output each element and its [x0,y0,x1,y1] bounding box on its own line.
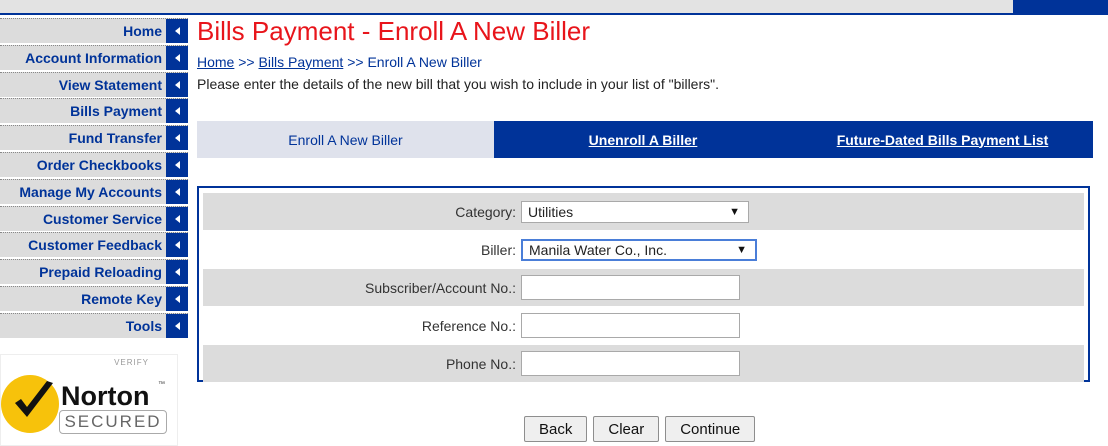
chevron-left-icon [166,233,188,258]
category-label: Category: [455,203,516,220]
top-bar-accent [1013,0,1108,13]
sidebar-item-label: Manage My Accounts [19,183,162,200]
sidebar-item-customer-service[interactable]: Customer Service [0,205,188,231]
tab-future-dated-bills-payment-list[interactable]: Future-Dated Bills Payment List [792,121,1093,158]
page-title: Bills Payment - Enroll A New Biller [197,16,591,46]
norton-verify-text: VERIFY [114,358,149,367]
form-row-reference: Reference No.: [203,307,1084,344]
breadcrumb: Home >> Bills Payment >> Enroll A New Bi… [197,54,482,70]
reference-label: Reference No.: [421,317,516,334]
norton-secured-label: SECURED [59,410,167,434]
category-value: Utilities [528,203,574,220]
form-row-subscriber: Subscriber/Account No.: [203,269,1084,306]
back-button[interactable]: Back [524,416,588,442]
biller-value: Manila Water Co., Inc. [529,241,667,258]
form-buttons: Back Clear Continue [524,416,756,442]
norton-logo-text: Norton [61,381,150,411]
tab-bar: Enroll A New Biller Unenroll A Biller Fu… [197,121,1093,158]
chevron-left-icon [166,179,188,204]
phone-number-input[interactable] [521,351,740,376]
biller-select[interactable]: Manila Water Co., Inc. ▼ [521,238,757,261]
sidebar-item-prepaid-reloading[interactable]: Prepaid Reloading [0,259,188,285]
phone-label: Phone No.: [445,355,516,372]
chevron-left-icon [166,152,188,177]
chevron-left-icon [166,126,188,151]
chevron-left-icon [166,99,188,124]
norton-trademark: ™ [158,381,165,388]
sidebar-item-order-checkbooks[interactable]: Order Checkbooks [0,151,188,177]
form-row-phone: Phone No.: [203,345,1084,382]
checkmark-icon [1,375,59,433]
sidebar-item-remote-key[interactable]: Remote Key [0,285,188,311]
subscriber-account-input[interactable] [521,275,740,300]
chevron-left-icon [166,72,188,97]
category-select[interactable]: Utilities ▼ [521,200,749,223]
norton-secured-badge[interactable]: VERIFY Norton ™ SECURED [0,354,178,446]
dropdown-arrow-icon: ▼ [729,205,740,218]
enroll-biller-form: Category: Utilities ▼ Biller: Manila Wat… [197,186,1090,382]
chevron-left-icon [166,19,188,43]
breadcrumb-current: Enroll A New Biller [367,54,482,70]
chevron-left-icon [166,286,188,311]
dropdown-arrow-icon: ▼ [736,243,747,256]
sidebar-item-label: Account Information [25,49,162,66]
breadcrumb-bills-payment-link[interactable]: Bills Payment [259,54,344,70]
reference-number-input[interactable] [521,313,740,338]
sidebar-item-bills-payment[interactable]: Bills Payment [0,98,188,124]
biller-label: Biller: [480,241,516,258]
top-bar [0,0,1108,15]
clear-button[interactable]: Clear [593,416,660,442]
sidebar-item-fund-transfer[interactable]: Fund Transfer [0,125,188,151]
chevron-left-icon [166,260,188,285]
tab-unenroll-biller[interactable]: Unenroll A Biller [494,121,792,158]
sidebar-item-customer-feedback[interactable]: Customer Feedback [0,232,188,258]
tab-enroll-new-biller[interactable]: Enroll A New Biller [197,121,494,158]
form-row-biller: Biller: Manila Water Co., Inc. ▼ [203,231,1084,268]
chevron-left-icon [166,313,188,338]
sidebar-item-view-statement[interactable]: View Statement [0,71,188,97]
sidebar-nav: Home Account Information View Statement … [0,18,188,340]
breadcrumb-separator: >> [234,54,259,70]
sidebar-item-home[interactable]: Home [0,18,188,43]
sidebar-item-account-information[interactable]: Account Information [0,44,188,70]
breadcrumb-separator: >> [343,54,368,70]
instructions-text: Please enter the details of the new bill… [197,76,719,92]
chevron-left-icon [166,45,188,70]
breadcrumb-home-link[interactable]: Home [197,54,234,70]
subscriber-label: Subscriber/Account No.: [365,279,516,296]
continue-button[interactable]: Continue [665,416,756,442]
sidebar-item-label: Customer Feedback [28,237,162,254]
form-row-category: Category: Utilities ▼ [203,193,1084,230]
sidebar-item-manage-my-accounts[interactable]: Manage My Accounts [0,178,188,204]
chevron-left-icon [166,206,188,231]
sidebar-item-tools[interactable]: Tools [0,312,188,338]
